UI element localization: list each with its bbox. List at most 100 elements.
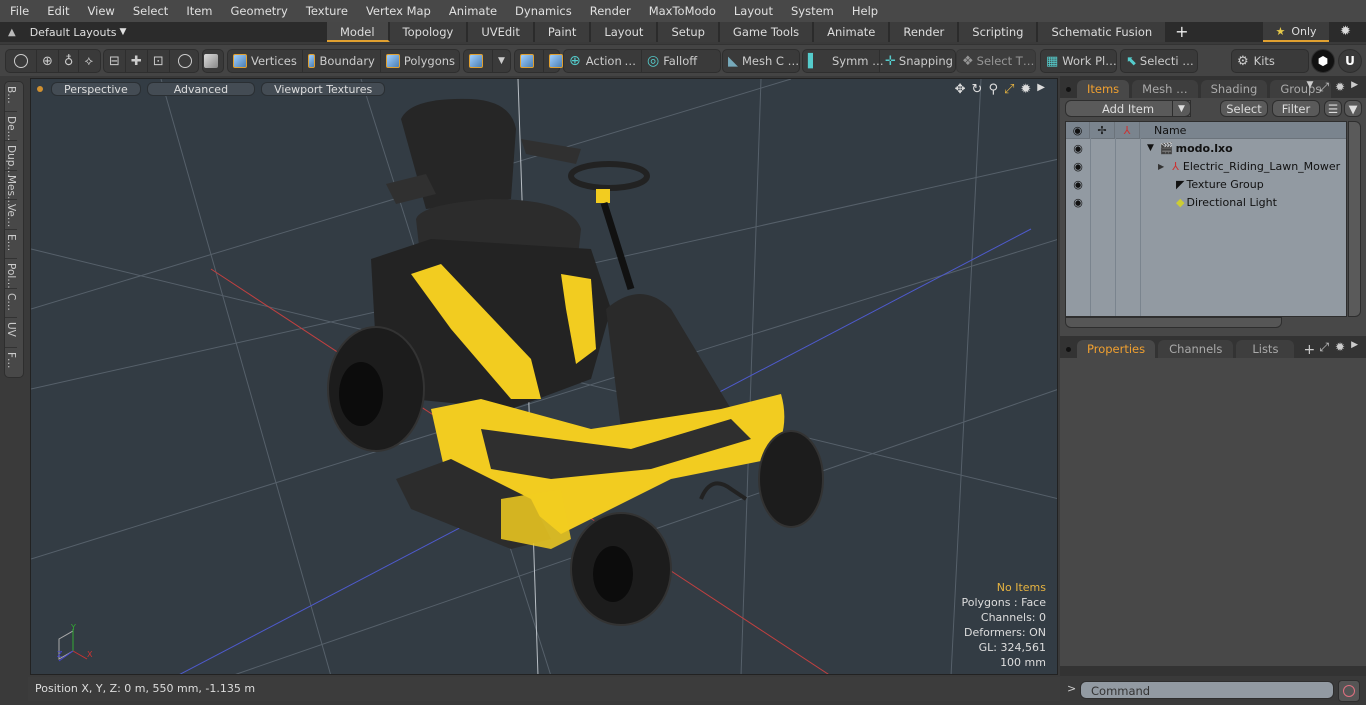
add-tab-plus-icon[interactable]: + [1297, 342, 1321, 358]
sphere-tool-icon[interactable] [6, 50, 37, 72]
viewport-textures-button[interactable]: Viewport Textures [261, 82, 386, 96]
menu-file[interactable]: File [0, 4, 37, 18]
eye-icon[interactable]: ◉ [1066, 142, 1090, 155]
menu-texture[interactable]: Texture [296, 4, 356, 18]
viewport-gear-icon[interactable]: ✹ [1020, 82, 1031, 97]
tab-setup[interactable]: Setup [658, 22, 720, 42]
tab-topology[interactable]: Topology [389, 22, 469, 42]
panel-gear-icon[interactable]: ✹ [1335, 340, 1345, 355]
3d-viewport[interactable]: Y X Z Perspective Advanced Viewport Text… [30, 78, 1058, 675]
material-mode-button[interactable] [464, 50, 493, 72]
panel-menu-dot[interactable] [1066, 87, 1071, 92]
zoom-view-icon[interactable]: ⚲ [988, 82, 998, 97]
eye-icon[interactable]: ◉ [1066, 196, 1090, 209]
mesh-constraint-button[interactable]: ◣ Mesh C … [722, 49, 800, 73]
tree-horizontal-scrollbar[interactable] [1065, 317, 1282, 328]
pivot-icon[interactable] [515, 50, 544, 72]
polygons-button[interactable]: Polygons [381, 50, 460, 72]
maximize-view-icon[interactable]: ⤢ [1004, 82, 1014, 97]
side-tab-deform[interactable]: De… [5, 112, 17, 141]
tab-lists[interactable]: Lists [1236, 340, 1295, 358]
select-button[interactable]: Select [1220, 100, 1268, 117]
vertices-button[interactable]: Vertices [228, 50, 303, 72]
tab-model[interactable]: Model [327, 22, 390, 42]
panel-dropdown-icon[interactable]: ▼ [1306, 80, 1313, 95]
snapping-button[interactable]: ✛ Snapping [880, 50, 958, 72]
unity-button[interactable]: ⬢ [1311, 49, 1335, 73]
bezier-tool-icon[interactable]: ⟡ [79, 50, 98, 72]
panel-more-arrow-icon[interactable]: ▶ [1351, 80, 1358, 95]
lawn-mower-model[interactable] [327, 98, 824, 626]
falloff-button[interactable]: ◎ Falloff [642, 50, 702, 72]
tree-row-mower[interactable]: ◉ ▶ ⅄ Electric_Riding_Lawn_Mower [1066, 157, 1346, 175]
expand-triangle-icon[interactable]: ▼ [1147, 143, 1154, 153]
kits-button[interactable]: ⚙ Kits [1231, 49, 1309, 73]
tab-mesh-ops[interactable]: Mesh … [1132, 80, 1198, 98]
tab-uvedit[interactable]: UVEdit [468, 22, 535, 42]
gear-icon[interactable]: ✹ [1340, 24, 1351, 39]
align-tool-icon[interactable]: ⊟ [104, 50, 126, 72]
globe-tool-icon[interactable]: ⊕ [37, 50, 59, 72]
viewport-menu-dot[interactable] [37, 86, 43, 92]
tab-game-tools[interactable]: Game Tools [719, 22, 815, 42]
menu-maxtomodo[interactable]: MaxToModo [639, 4, 724, 18]
advanced-button[interactable]: Advanced [146, 82, 256, 96]
side-tab-curve[interactable]: C… [5, 289, 17, 318]
menu-edit[interactable]: Edit [37, 4, 77, 18]
menu-view[interactable]: View [78, 4, 123, 18]
locator-column-icon[interactable]: ⅄ [1115, 122, 1140, 138]
side-tab-fusion[interactable]: F… [5, 348, 17, 378]
eye-icon[interactable]: ◉ [1066, 178, 1090, 191]
tab-render[interactable]: Render [890, 22, 960, 42]
menu-layout[interactable]: Layout [724, 4, 781, 18]
menu-system[interactable]: System [781, 4, 842, 18]
tab-scripting[interactable]: Scripting [959, 22, 1039, 42]
tab-animate[interactable]: Animate [814, 22, 891, 42]
boundary-button[interactable]: Boundary [303, 50, 381, 72]
tree-vertical-scrollbar[interactable] [1348, 121, 1361, 317]
menu-help[interactable]: Help [842, 4, 886, 18]
side-tab-vertex[interactable]: Ve… [5, 200, 17, 230]
eye-icon[interactable]: ◉ [1066, 160, 1090, 173]
visibility-column-eye-icon[interactable]: ◉ [1066, 122, 1090, 138]
side-tab-mesh-edit[interactable]: Mes… [5, 171, 17, 206]
frame-tool-icon[interactable]: ⊡ [148, 50, 170, 72]
add-tab-plus-icon[interactable]: + [1167, 22, 1196, 42]
viewport-more-arrow-icon[interactable]: ▶ [1037, 82, 1045, 97]
select-through-button[interactable]: ❖ Select T… [956, 49, 1036, 73]
tree-row-modo-lxo[interactable]: ◉ ▼ 🎬 modo.lxo [1066, 139, 1346, 157]
side-tab-basic[interactable]: B… [5, 82, 17, 112]
material-mode-dropdown[interactable]: ▼ [493, 50, 510, 72]
filter-button[interactable]: Filter [1272, 100, 1320, 117]
funnel-filter-icon[interactable]: ▼ [1344, 100, 1362, 117]
work-plane-button[interactable]: ▦ Work Pl… [1040, 49, 1117, 73]
menu-select[interactable]: Select [123, 4, 176, 18]
menu-animate[interactable]: Animate [439, 4, 505, 18]
panel-gear-icon[interactable]: ✹ [1335, 80, 1345, 95]
tab-shading[interactable]: Shading [1200, 80, 1268, 98]
pen-tool-icon[interactable]: ♁ [59, 50, 80, 72]
uv-unwrap-icon[interactable]: ✚ [126, 50, 148, 72]
move-view-icon[interactable]: ✥ [955, 82, 966, 97]
command-input[interactable]: Command [1080, 681, 1334, 699]
tab-channels[interactable]: Channels [1158, 340, 1234, 358]
add-item-dropdown[interactable]: ▼ [1172, 100, 1191, 117]
panel-maximize-icon[interactable]: ⤢ [1319, 80, 1329, 95]
unreal-button[interactable]: U [1338, 49, 1362, 73]
tab-properties[interactable]: Properties [1077, 340, 1156, 358]
menu-vertex-map[interactable]: Vertex Map [356, 4, 439, 18]
tab-items[interactable]: Items [1077, 80, 1130, 98]
name-column-header[interactable]: Name [1140, 122, 1186, 138]
tree-row-texture-group[interactable]: ◉ ◤ Texture Group [1066, 175, 1346, 193]
expand-triangle-icon[interactable]: ▶ [1158, 162, 1164, 171]
side-tab-polygon[interactable]: Pol… [5, 259, 17, 289]
only-button[interactable]: ★ Only [1263, 22, 1329, 42]
action-center-button[interactable]: ⊕ Action… [564, 50, 642, 72]
side-tab-uv[interactable]: UV [5, 318, 17, 348]
item-mode-button[interactable] [202, 49, 224, 73]
tab-paint[interactable]: Paint [534, 22, 592, 42]
perspective-button[interactable]: Perspective [51, 82, 141, 96]
rotate-view-icon[interactable]: ↻ [972, 82, 983, 97]
command-history-button[interactable] [1338, 680, 1360, 702]
selection-sets-button[interactable]: ⬉ Selecti … [1120, 49, 1198, 73]
